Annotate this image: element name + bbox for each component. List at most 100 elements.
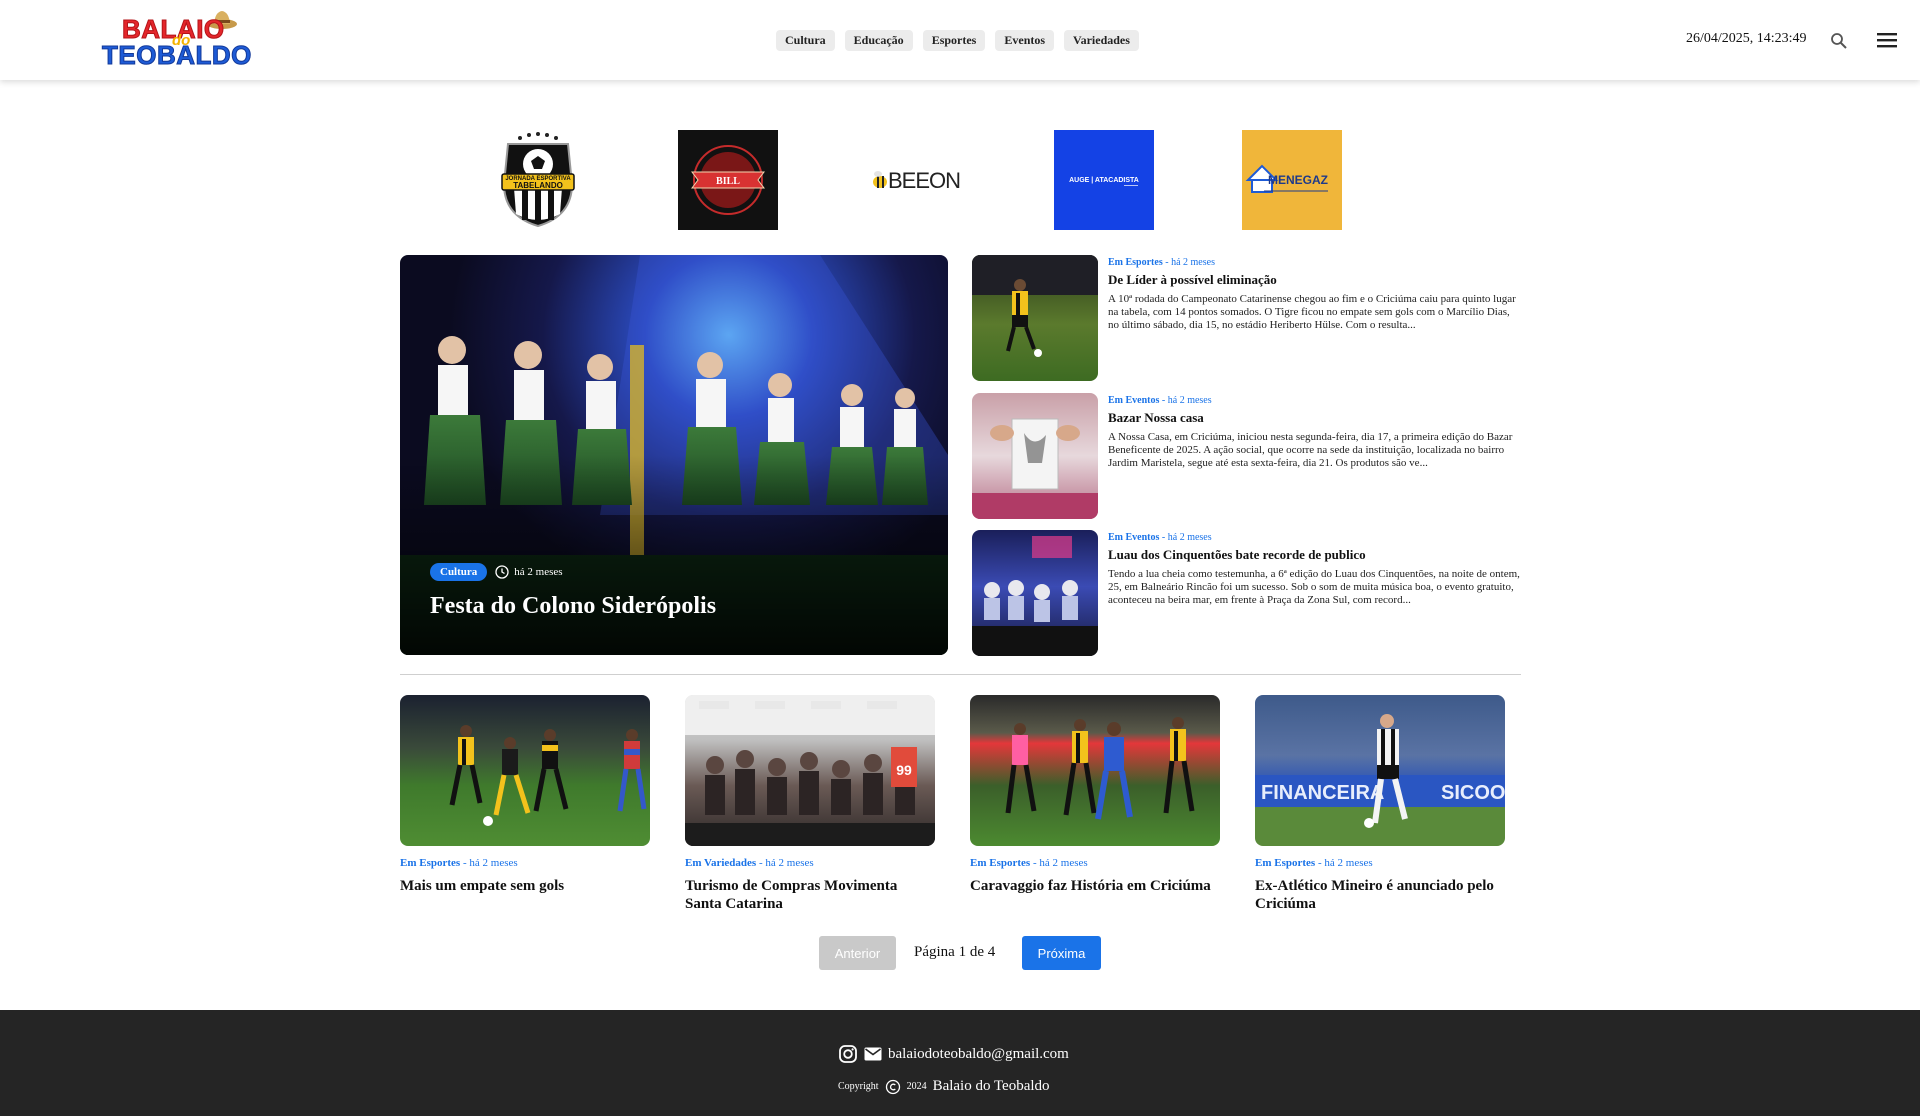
article-card[interactable]: Em Esportes - há 2 meses Mais um empate …	[400, 695, 650, 895]
featured-title[interactable]: Festa do Colono Siderópolis	[430, 593, 716, 620]
beeon-name: BEEON	[888, 168, 960, 193]
side-article-category[interactable]: Em Eventos	[1108, 395, 1159, 406]
price-tag-text: 99	[896, 762, 912, 778]
search-icon[interactable]	[1830, 32, 1848, 50]
tabelando-line2: TABELANDO	[513, 181, 563, 190]
copyright-year: 2024	[906, 1081, 927, 1092]
side-article-body: Em Eventos - há 2 meses Luau dos Cinquen…	[1108, 532, 1522, 620]
sponsor-menegaz[interactable]: MENEGAZ	[1242, 130, 1342, 230]
article-card-time: há 2 meses	[1039, 857, 1088, 869]
tabelando-logo-icon: JORNADA ESPORTIVA TABELANDO	[501, 132, 575, 228]
featured-category-badge[interactable]: Cultura	[430, 563, 488, 581]
article-card-title[interactable]: Turismo de Compras Movimenta Santa Catar…	[685, 877, 935, 913]
shopping-photo: 99	[685, 695, 935, 846]
menegaz-logo-icon: MENEGAZ	[1245, 164, 1328, 193]
menu-icon[interactable]	[1876, 30, 1898, 50]
soccer-match-photo	[449, 725, 647, 826]
article-card-meta: Em Variedades - há 2 meses	[685, 857, 814, 869]
side-article-excerpt: A 10ª rodada do Campeonato Catarinense c…	[1108, 293, 1516, 331]
site-logo[interactable]: BALAIO do TEOBALDO	[100, 10, 252, 71]
article-card-category[interactable]: Em Esportes	[970, 857, 1030, 869]
nav-variedades[interactable]: Variedades	[1064, 30, 1139, 51]
board-text-sicoob: SICOOB	[1441, 782, 1505, 804]
luau-photo	[972, 536, 1098, 656]
nav-eventos[interactable]: Eventos	[995, 30, 1055, 51]
side-article-category[interactable]: Em Esportes	[1108, 257, 1163, 268]
side-article-title[interactable]: Bazar Nossa casa	[1108, 410, 1522, 426]
pagination-info: Página 1 de 4	[914, 944, 996, 960]
site-footer: balaiodoteobaldo@gmail.com Copyright 202…	[0, 1010, 1920, 1116]
side-article-thumbnail[interactable]	[972, 530, 1098, 656]
logo-text-bottom: TEOBALDO	[102, 40, 252, 71]
article-card-thumbnail[interactable]	[970, 695, 1220, 846]
article-card[interactable]: FINANCEIRA SICOOB Em Esportes - há 2 mes…	[1255, 695, 1505, 913]
beeon-logo-icon: BEEON	[873, 168, 961, 193]
board-text-financeira: FINANCEIRA	[1261, 782, 1384, 804]
main-nav: Cultura Educação Esportes Eventos Varied…	[776, 30, 1139, 51]
site-header: BALAIO do TEOBALDO Cultura Educação Espo…	[0, 0, 1920, 80]
article-card-time: há 2 meses	[765, 857, 814, 869]
side-article-excerpt: A Nossa Casa, em Criciúma, iniciou nesta…	[1108, 431, 1513, 469]
side-article[interactable]: Em Eventos - há 2 meses Luau dos Cinquen…	[972, 530, 1522, 656]
section-divider	[400, 674, 1521, 675]
bazar-photo	[972, 418, 1098, 519]
previous-page-button[interactable]: Anterior	[819, 936, 896, 970]
featured-meta: Cultura há 2 meses	[430, 563, 563, 581]
side-article-meta: Em Esportes - há 2 meses	[1108, 257, 1215, 268]
side-article-time: há 2 meses	[1167, 532, 1212, 543]
article-card-category[interactable]: Em Variedades	[685, 857, 756, 869]
nav-cultura[interactable]: Cultura	[776, 30, 835, 51]
article-card-meta: Em Esportes - há 2 meses	[970, 857, 1088, 869]
side-article-body: Em Esportes - há 2 meses De Líder à poss…	[1108, 257, 1522, 345]
current-datetime: 26/04/2025, 14:23:49	[1686, 31, 1807, 46]
menegaz-name: MENEGAZ	[1268, 173, 1328, 187]
article-card-meta: Em Esportes - há 2 meses	[400, 857, 518, 869]
auge-logo-icon: AUGE | ATACADISTA	[1069, 177, 1139, 186]
footer-email[interactable]: balaiodoteobaldo@gmail.com	[888, 1046, 1069, 1063]
next-page-button[interactable]: Próxima	[1022, 936, 1101, 970]
side-article-thumbnail[interactable]	[972, 255, 1098, 381]
article-card-thumbnail[interactable]: 99	[685, 695, 935, 846]
sponsor-tabelando[interactable]: JORNADA ESPORTIVA TABELANDO	[488, 130, 588, 230]
footer-brand: Balaio do Teobaldo	[932, 1078, 1050, 1094]
auge-name: AUGE | ATACADISTA	[1069, 177, 1139, 184]
article-card[interactable]: 99 Em Variedades - há 2 meses Turismo de…	[685, 695, 935, 913]
featured-time: há 2 meses	[495, 565, 563, 579]
email-icon	[864, 1047, 882, 1061]
featured-article[interactable]: Cultura há 2 meses Festa do Colono Sider…	[400, 255, 948, 655]
side-article-category[interactable]: Em Eventos	[1108, 532, 1159, 543]
side-article-title[interactable]: Luau dos Cinquentões bate recorde de pub…	[1108, 547, 1522, 563]
side-article-body: Em Eventos - há 2 meses Bazar Nossa casa…	[1108, 395, 1522, 483]
footer-contact: balaiodoteobaldo@gmail.com	[838, 1044, 1069, 1064]
instagram-icon[interactable]	[838, 1044, 858, 1064]
article-card-title[interactable]: Caravaggio faz História em Criciúma	[970, 877, 1220, 895]
side-article-meta: Em Eventos - há 2 meses	[1108, 532, 1212, 543]
footer-copyright: Copyright 2024 Balaio do Teobaldo	[838, 1078, 1050, 1095]
sponsor-bill[interactable]: BILL	[678, 130, 778, 230]
article-card-category[interactable]: Em Esportes	[400, 857, 460, 869]
side-article-time: há 2 meses	[1167, 395, 1212, 406]
sponsor-auge-atacadista[interactable]: AUGE | ATACADISTA	[1054, 130, 1154, 230]
side-article[interactable]: Em Eventos - há 2 meses Bazar Nossa casa…	[972, 393, 1522, 519]
article-card-thumbnail[interactable]	[400, 695, 650, 846]
side-article-time: há 2 meses	[1171, 257, 1215, 268]
clock-icon	[495, 565, 509, 579]
side-article[interactable]: Em Esportes - há 2 meses De Líder à poss…	[972, 255, 1522, 381]
side-article-thumbnail[interactable]	[972, 393, 1098, 519]
article-card-meta: Em Esportes - há 2 meses	[1255, 857, 1373, 869]
nav-esportes[interactable]: Esportes	[922, 30, 986, 51]
soccer-photo	[972, 255, 1098, 357]
article-card-title[interactable]: Mais um empate sem gols	[400, 877, 650, 895]
side-article-title[interactable]: De Líder à possível eliminação	[1108, 272, 1522, 288]
article-card-time: há 2 meses	[1324, 857, 1373, 869]
nav-educacao[interactable]: Educação	[844, 30, 913, 51]
article-card-time: há 2 meses	[469, 857, 518, 869]
article-card-thumbnail[interactable]: FINANCEIRA SICOOB	[1255, 695, 1505, 846]
article-card-title[interactable]: Ex-Atlético Mineiro é anunciado pelo Cri…	[1255, 877, 1505, 913]
side-article-meta: Em Eventos - há 2 meses	[1108, 395, 1212, 406]
sponsor-beeon[interactable]: BEEON	[866, 130, 966, 230]
side-article-excerpt: Tendo a lua cheia como testemunha, a 6ª …	[1108, 568, 1520, 606]
caravaggio-match-photo	[1005, 717, 1195, 820]
article-card-category[interactable]: Em Esportes	[1255, 857, 1315, 869]
article-card[interactable]: Em Esportes - há 2 meses Caravaggio faz …	[970, 695, 1220, 895]
